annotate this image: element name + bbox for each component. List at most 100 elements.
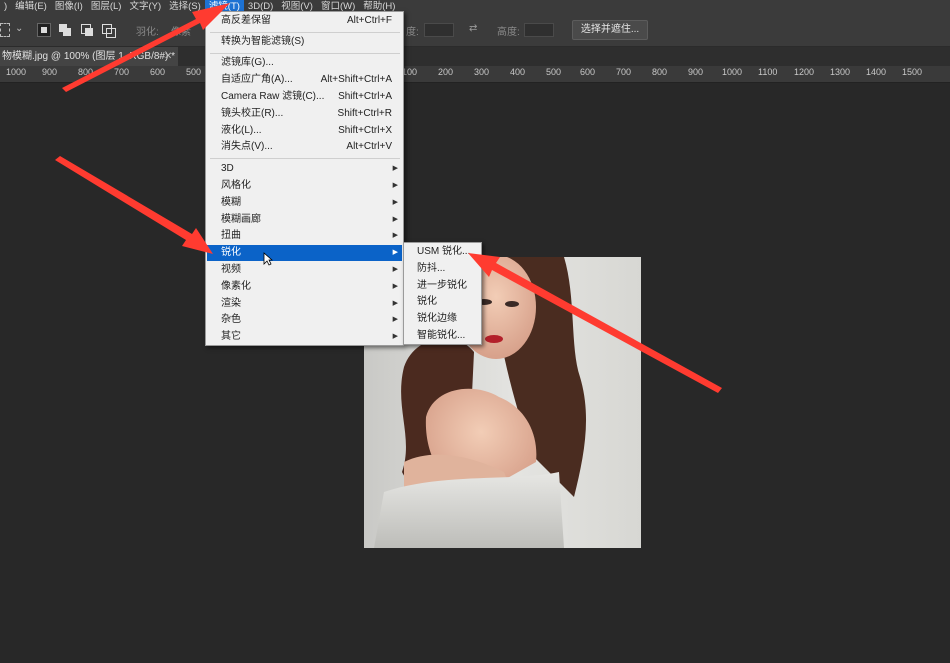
filter-dropdown-menu: 高反差保留 Alt+Ctrl+F 转换为智能滤镜(S) 滤镜库(G)... 自适… — [205, 11, 404, 346]
subtract-selection-icon[interactable] — [80, 23, 94, 37]
menu-item-blur-gallery[interactable]: 模糊画廊 ▶ — [207, 212, 402, 228]
menu-item-stylize[interactable]: 风格化 ▶ — [207, 178, 402, 194]
menu-item-shortcut: Alt+Ctrl+F — [346, 15, 392, 26]
menu-item-label: 转换为智能滤镜(S) — [221, 36, 305, 47]
menu-item-label: 杂色 — [221, 314, 241, 325]
submenu-item-unsharp-mask[interactable]: USM 锐化... — [404, 244, 481, 260]
menu-item-sharpen[interactable]: 锐化 ▶ — [207, 245, 402, 261]
new-selection-icon[interactable] — [37, 23, 51, 37]
menu-item-pixelate[interactable]: 像素化 ▶ — [207, 279, 402, 295]
submenu-item-label: 进一步锐化 — [417, 280, 467, 291]
ruler-label: 400 — [510, 67, 526, 77]
submenu-item-smart-sharpen[interactable]: 智能锐化... — [404, 328, 481, 344]
annotation-arrow-sharpen-item — [55, 156, 213, 254]
ruler-label: 900 — [688, 67, 704, 77]
submenu-arrow-icon: ▶ — [392, 182, 398, 189]
ruler-label: 700 — [114, 67, 130, 77]
submenu-item-shake-reduction[interactable]: 防抖... — [404, 261, 481, 277]
menu-item-label: 锐化 — [221, 247, 241, 258]
select-and-mask-button[interactable]: 选择并遮住... — [572, 20, 648, 40]
tool-dropdown-icon[interactable]: ⌄ — [15, 23, 23, 34]
ruler-label: 800 — [78, 67, 94, 77]
menu-item-noise[interactable]: 杂色 ▶ — [207, 312, 402, 328]
menu-item-label: 其它 — [221, 331, 241, 342]
height-label: 高度: — [497, 27, 520, 38]
ruler-label: 700 — [616, 67, 632, 77]
menu-layer[interactable]: 图层(L) — [87, 0, 126, 13]
menu-item-vanishing-point[interactable]: 消失点(V)... Alt+Ctrl+V — [207, 139, 402, 155]
menu-item-video[interactable]: 视频 ▶ — [207, 262, 402, 278]
menu-item-convert-smart-filter[interactable]: 转换为智能滤镜(S) — [207, 34, 402, 50]
menu-item-label: 像素化 — [221, 281, 251, 292]
submenu-arrow-icon: ▶ — [392, 165, 398, 172]
menu-item-label: 风格化 — [221, 180, 251, 191]
ruler-label: 600 — [580, 67, 596, 77]
menu-item-label: 镜头校正(R)... — [221, 108, 284, 119]
submenu-item-label: 智能锐化... — [417, 330, 466, 341]
menu-item-high-pass[interactable]: 高反差保留 Alt+Ctrl+F — [207, 13, 402, 29]
submenu-arrow-icon: ▶ — [392, 266, 398, 273]
submenu-item-sharpen-edges[interactable]: 锐化边缘 — [404, 311, 481, 327]
menu-item-3d[interactable]: 3D ▶ — [207, 161, 402, 177]
menu-item-label: 滤镜库(G)... — [221, 57, 274, 68]
close-icon[interactable]: ✕ — [164, 47, 172, 66]
intersect-selection-icon[interactable] — [101, 23, 116, 38]
submenu-item-sharpen[interactable]: 锐化 — [404, 294, 481, 310]
menu-item-adaptive-wide-angle[interactable]: 自适应广角(A)... Alt+Shift+Ctrl+A — [207, 72, 402, 88]
menu-item-blur[interactable]: 模糊 ▶ — [207, 195, 402, 211]
menu-item-label: 3D — [221, 163, 234, 174]
submenu-item-label: 锐化边缘 — [417, 313, 457, 324]
submenu-item-sharpen-more[interactable]: 进一步锐化 — [404, 278, 481, 294]
ruler-label: 1500 — [902, 67, 923, 77]
menu-item-label: 高反差保留 — [221, 15, 271, 26]
menu-edit[interactable]: 编辑(E) — [11, 0, 51, 13]
ruler-label: 1000 — [6, 67, 27, 77]
menu-bar: ) 编辑(E) 图像(I) 图层(L) 文字(Y) 选择(S) 滤镜(T) 3D… — [0, 0, 950, 13]
menu-item-label: 模糊画廊 — [221, 214, 261, 225]
add-selection-icon[interactable] — [58, 23, 72, 37]
menu-item-liquify[interactable]: 液化(L)... Shift+Ctrl+X — [207, 123, 402, 139]
horizontal-ruler: 1000 900 800 700 600 500 400 300 200 100… — [0, 66, 950, 83]
width-field[interactable] — [424, 23, 454, 37]
menu-image[interactable]: 图像(I) — [51, 0, 87, 13]
marquee-tool-icon[interactable] — [0, 23, 10, 37]
menu-separator — [210, 53, 400, 54]
options-bar: ⌄ 羽化: 像素 度: ⇄ 高度: 选择并遮住... — [0, 13, 950, 47]
submenu-item-label: 防抖... — [417, 263, 446, 274]
menu-item-lens-correction[interactable]: 镜头校正(R)... Shift+Ctrl+R — [207, 106, 402, 122]
feather-unit: 像素 — [171, 27, 191, 38]
menu-item-camera-raw[interactable]: Camera Raw 滤镜(C)... Shift+Ctrl+A — [207, 89, 402, 105]
swap-icon[interactable]: ⇄ — [469, 23, 477, 34]
mouse-cursor-icon — [263, 252, 273, 266]
ruler-label: 500 — [546, 67, 562, 77]
menu-item-label: 渲染 — [221, 298, 241, 309]
ruler-label: 1100 — [758, 67, 778, 77]
menu-type[interactable]: 文字(Y) — [125, 0, 165, 13]
submenu-item-label: USM 锐化... — [417, 246, 471, 257]
menu-item-label: 自适应广角(A)... — [221, 74, 293, 85]
menu-item-filter-gallery[interactable]: 滤镜库(G)... — [207, 55, 402, 71]
menu-item-render[interactable]: 渲染 ▶ — [207, 296, 402, 312]
document-tab-bar: 物模糊.jpg @ 100% (图层 1, RGB/8#) * ✕ — [0, 47, 950, 66]
height-field[interactable] — [524, 23, 554, 37]
menu-item-shortcut: Shift+Ctrl+X — [338, 125, 392, 136]
ruler-label: 1200 — [794, 67, 815, 77]
menu-item-distort[interactable]: 扭曲 ▶ — [207, 228, 402, 244]
menu-item-shortcut: Shift+Ctrl+A — [338, 91, 392, 102]
ruler-label: 1300 — [830, 67, 851, 77]
menu-select[interactable]: 选择(S) — [165, 0, 205, 13]
ruler-label: 600 — [150, 67, 166, 77]
menu-partial[interactable]: ) — [0, 0, 11, 13]
menu-item-shortcut: Alt+Ctrl+V — [346, 141, 392, 152]
menu-item-label: 液化(L)... — [221, 125, 262, 136]
ruler-label: 300 — [474, 67, 490, 77]
ruler-label: 100 — [402, 67, 418, 77]
submenu-arrow-icon: ▶ — [392, 216, 398, 223]
width-label: 度: — [406, 27, 419, 38]
menu-item-other[interactable]: 其它 ▶ — [207, 329, 402, 345]
ruler-label: 900 — [42, 67, 58, 77]
document-tab[interactable]: 物模糊.jpg @ 100% (图层 1, RGB/8#) * ✕ — [0, 47, 178, 66]
menu-separator — [210, 158, 400, 159]
menu-item-label: 模糊 — [221, 197, 241, 208]
submenu-arrow-icon: ▶ — [392, 232, 398, 239]
